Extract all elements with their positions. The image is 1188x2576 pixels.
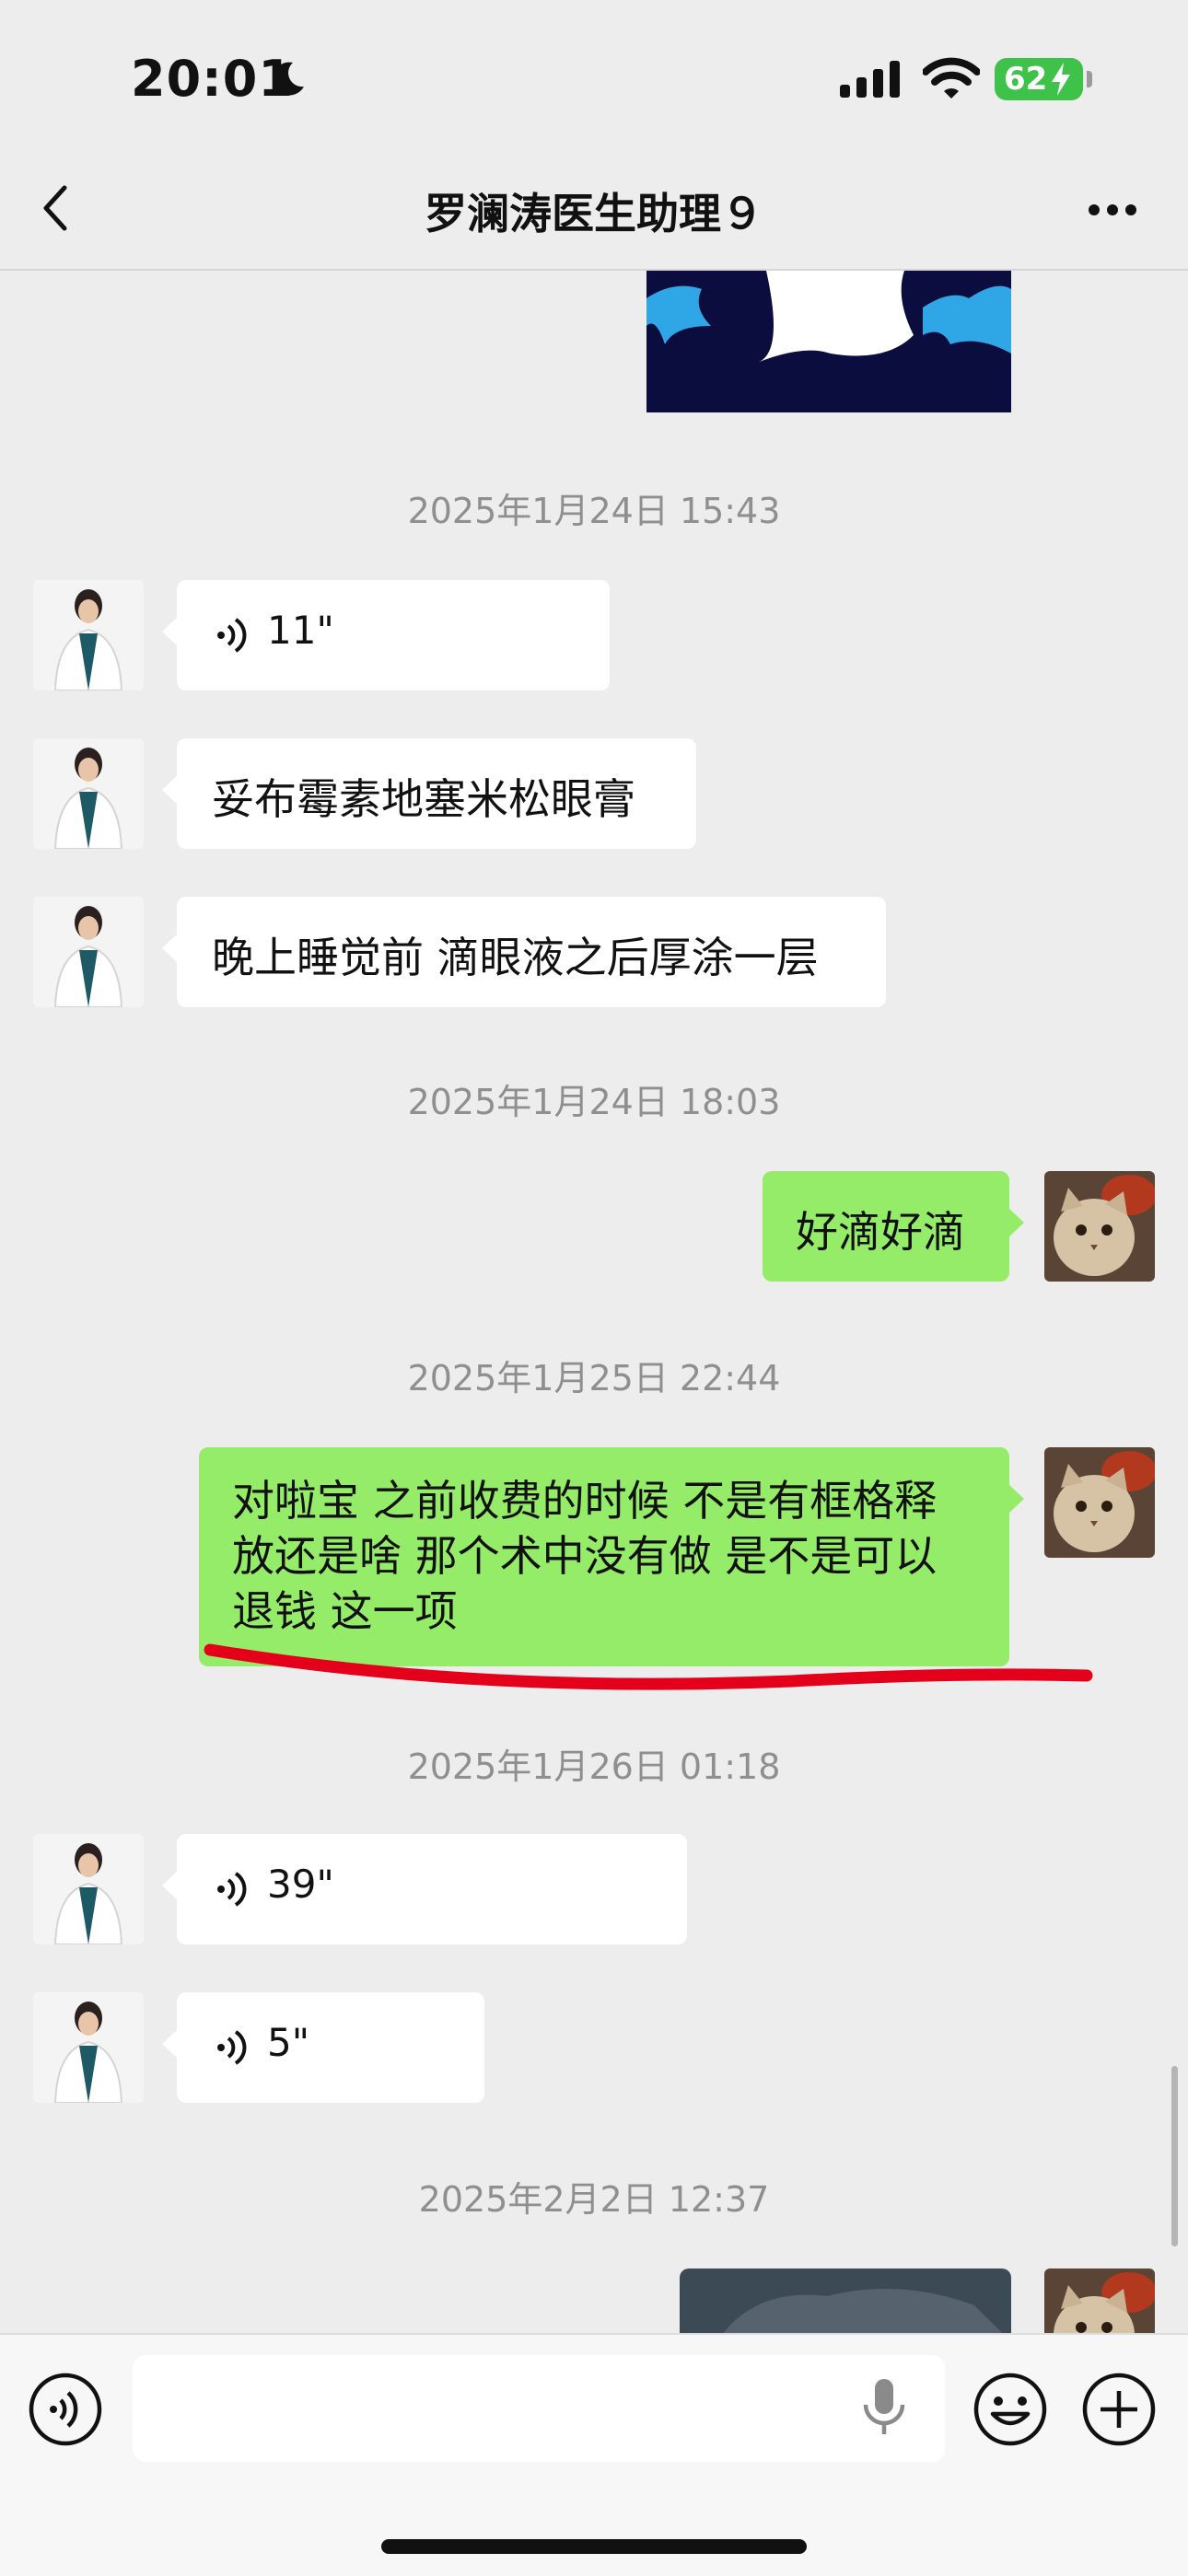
battery-charging-icon: 62 [995,58,1083,100]
voice-wave-icon [217,2030,247,2065]
timestamp: 2025年1月25日 22:44 [407,1358,781,1398]
timestamp: 2025年1月24日 18:03 [407,1082,781,1122]
message-text: 妥布霉素地塞米松眼膏 [212,774,635,824]
voice-duration: 39" [267,1862,334,1907]
voice-message[interactable]: 39" [162,1834,687,1944]
status-bar: 20:01 62 [0,0,1188,147]
avatar[interactable] [33,897,144,1007]
bolt-icon [1052,63,1070,96]
wifi-icon [923,57,980,99]
message-text: 好滴好滴 [796,1207,965,1257]
emoji-icon[interactable] [973,2372,1048,2447]
avatar[interactable] [33,1992,144,2103]
plus-icon[interactable] [1081,2372,1157,2447]
doctor-avatar-image [33,580,144,690]
text-message[interactable]: 晚上睡觉前 滴眼液之后厚涂一层 [162,897,886,1007]
microphone-icon[interactable] [856,2375,912,2440]
chat-history[interactable]: 2025年1月24日 15:43 11" 妥布霉素地塞米松眼膏 晚上睡觉前 滴眼… [0,271,1188,2333]
voice-toggle-icon[interactable] [28,2372,103,2447]
message-text-line: 对啦宝 之前收费的时候 不是有框格释 [232,1476,938,1526]
ellipsis-icon[interactable] [1087,203,1138,217]
doctor-avatar-image [33,1992,144,2103]
cat-avatar-image [1044,1171,1155,1282]
cat-avatar-image [1044,2269,1155,2333]
text-message-outgoing[interactable]: 好滴好滴 [763,1171,1024,1282]
chat-title: 罗澜涛医生助理９ [425,189,763,238]
text-message[interactable]: 妥布霉素地塞米松眼膏 [162,738,696,849]
sent-image-message[interactable] [680,2269,1011,2333]
avatar-self[interactable] [1044,1447,1155,1558]
timestamp: 2025年1月26日 01:18 [407,1746,781,1787]
avatar-self[interactable] [1044,2269,1155,2333]
avatar-self[interactable] [1044,1171,1155,1282]
avatar[interactable] [33,738,144,849]
red-underline-annotation [204,1643,1093,1690]
voice-duration: 11" [267,608,334,653]
scrollbar[interactable] [1171,2066,1178,2246]
doctor-avatar-image [33,897,144,1007]
battery-percent: 62 [1004,61,1048,98]
voice-wave-icon [217,618,247,653]
battery-nub [1087,71,1092,87]
message-text: 晚上睡觉前 滴眼液之后厚涂一层 [212,933,819,982]
voice-message[interactable]: 11" [162,580,610,690]
timestamp: 2025年2月2日 12:37 [418,2179,770,2220]
message-text-line: 放还是啥 那个术中没有做 是不是可以 [232,1531,938,1581]
timestamp: 2025年1月24日 15:43 [407,491,781,531]
home-indicator[interactable] [381,2539,807,2554]
voice-message[interactable]: 5" [162,1992,484,2103]
cellular-signal-icon [840,61,900,98]
doctor-avatar-image [33,738,144,849]
voice-wave-icon [217,1872,247,1907]
sent-image-message[interactable] [646,271,1011,412]
avatar[interactable] [33,1834,144,1944]
cat-avatar-image [1044,1447,1155,1558]
moon-icon [273,62,304,96]
message-input[interactable] [133,2355,945,2462]
voice-duration: 5" [267,2020,310,2065]
chat-header: 罗澜涛医生助理９ [0,147,1188,271]
avatar[interactable] [33,580,144,690]
doctor-avatar-image [33,1834,144,1944]
